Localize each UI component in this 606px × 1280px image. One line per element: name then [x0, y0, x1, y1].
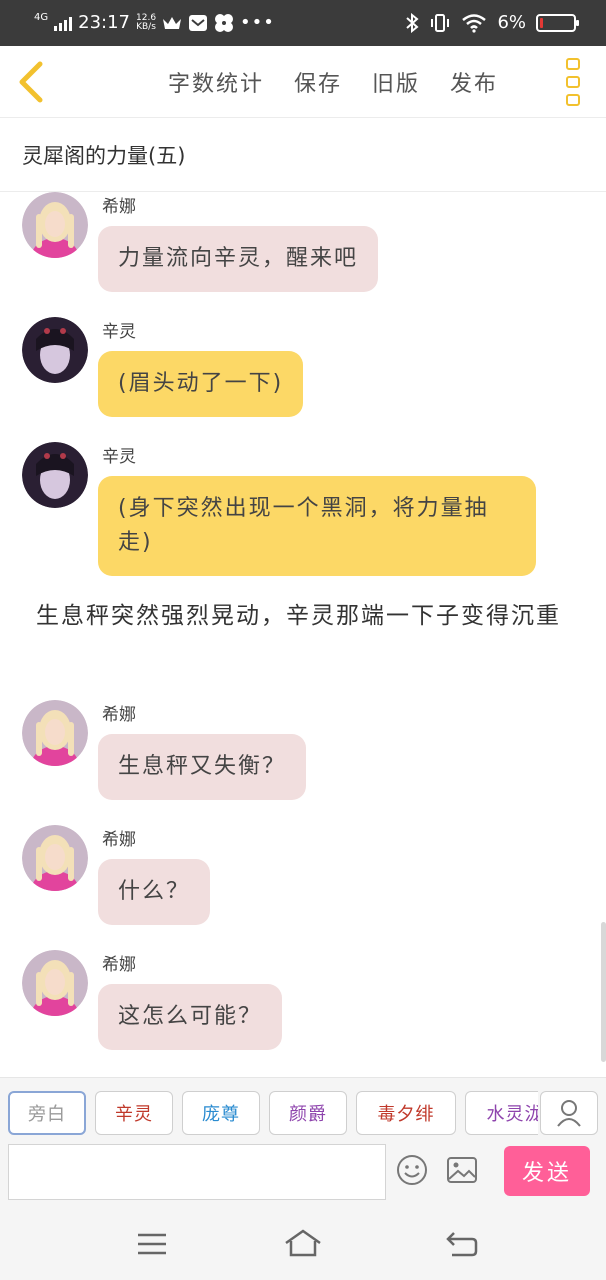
- chat-area[interactable]: 希娜 力量流向辛灵，醒来吧 辛灵 (眉头动了一下) 辛灵 (身下突然出现一个黑洞…: [0, 192, 606, 1067]
- status-right: 6%: [405, 12, 579, 33]
- vibrate-icon: [431, 13, 450, 32]
- menu-square-icon: [566, 94, 580, 106]
- battery-percent: 6%: [497, 12, 526, 33]
- narration-text[interactable]: 生息秤突然强烈晃动，辛灵那端一下子变得沉重: [36, 599, 566, 633]
- clock: 23:17: [78, 12, 130, 33]
- chip-label: 水灵泷: [486, 1104, 539, 1125]
- signal-icon: [54, 15, 73, 31]
- avatar-xinling[interactable]: [22, 442, 88, 508]
- back-button[interactable]: [14, 58, 54, 106]
- sender-name: 希娜: [102, 197, 136, 217]
- chip-label: 庞尊: [202, 1104, 240, 1125]
- emoji-icon[interactable]: [396, 1154, 428, 1186]
- sender-name: 辛灵: [102, 447, 136, 467]
- save-button[interactable]: 保存: [294, 66, 342, 98]
- character-chip[interactable]: 毒夕绯: [356, 1091, 456, 1135]
- network-type: 4G: [34, 12, 49, 23]
- bluetooth-icon: [406, 12, 419, 33]
- send-button[interactable]: 发送: [504, 1146, 590, 1196]
- crown-icon: [163, 16, 182, 29]
- chip-label: 毒夕绯: [377, 1104, 435, 1125]
- status-left: 4G 23:17 12.6 KB/s •••: [34, 12, 275, 33]
- avatar-xina[interactable]: [22, 700, 88, 766]
- chevron-left-icon: [19, 61, 43, 103]
- editor-toolbar: 字数统计 保存 旧版 发布: [0, 46, 606, 118]
- chapter-title[interactable]: 灵犀阁的力量(五): [0, 118, 606, 192]
- battery-level: [540, 17, 543, 28]
- chip-label: 颜爵: [289, 1104, 327, 1125]
- message-bubble[interactable]: (身下突然出现一个黑洞，将力量抽走): [98, 476, 536, 576]
- more-dots-icon: •••: [240, 12, 275, 33]
- image-icon[interactable]: [446, 1156, 478, 1184]
- menu-icon[interactable]: [132, 1227, 172, 1261]
- system-nav-bar: [0, 1209, 606, 1280]
- sender-name: 希娜: [102, 955, 136, 975]
- chip-label: 旁白: [28, 1104, 66, 1125]
- mail-icon: [189, 14, 208, 31]
- message-bubble[interactable]: 生息秤又失衡？: [98, 734, 307, 800]
- sender-name: 希娜: [102, 830, 136, 850]
- chip-label: 辛灵: [115, 1104, 153, 1125]
- avatar-xina[interactable]: [22, 192, 88, 258]
- speed-unit: KB/s: [136, 21, 156, 32]
- message-bubble[interactable]: (眉头动了一下): [98, 351, 304, 417]
- toolbar-actions: 字数统计 保存 旧版 发布: [168, 66, 498, 98]
- more-menu-button[interactable]: [566, 58, 582, 106]
- character-chip[interactable]: 旁白: [8, 1091, 86, 1135]
- status-bar: 4G 23:17 12.6 KB/s ••• 6%: [0, 0, 606, 46]
- pinwheel-icon: [215, 13, 234, 32]
- person-icon: [557, 1100, 581, 1127]
- old-version-button[interactable]: 旧版: [372, 66, 420, 98]
- composer: 旁白 辛灵 庞尊 颜爵 毒夕绯 水灵泷 发送: [0, 1077, 606, 1209]
- sender-name: 希娜: [102, 705, 136, 725]
- avatar-xina[interactable]: [22, 950, 88, 1016]
- character-selector: 旁白 辛灵 庞尊 颜爵 毒夕绯 水灵泷: [8, 1091, 538, 1135]
- message-input[interactable]: [8, 1144, 386, 1200]
- character-chip[interactable]: 水灵泷: [465, 1091, 538, 1135]
- network-speed: 12.6 KB/s: [136, 13, 156, 32]
- publish-button[interactable]: 发布: [450, 66, 498, 98]
- battery-icon: [536, 13, 579, 32]
- back-nav-icon[interactable]: [442, 1227, 482, 1261]
- message-bubble[interactable]: 什么？: [98, 859, 211, 925]
- menu-square-icon: [566, 58, 580, 70]
- menu-square-icon: [566, 76, 580, 88]
- home-icon[interactable]: [283, 1227, 323, 1261]
- word-count-button[interactable]: 字数统计: [168, 66, 264, 98]
- message-bubble[interactable]: 力量流向辛灵，醒来吧: [98, 226, 379, 292]
- character-chip[interactable]: 颜爵: [269, 1091, 347, 1135]
- wifi-icon: [462, 13, 487, 33]
- sender-name: 辛灵: [102, 322, 136, 342]
- avatar-xina[interactable]: [22, 825, 88, 891]
- scrollbar[interactable]: [601, 922, 606, 1062]
- character-chip[interactable]: 庞尊: [182, 1091, 260, 1135]
- manage-characters-button[interactable]: [540, 1091, 598, 1135]
- character-chip[interactable]: 辛灵: [95, 1091, 173, 1135]
- message-bubble[interactable]: 这怎么可能？: [98, 984, 283, 1050]
- avatar-xinling[interactable]: [22, 317, 88, 383]
